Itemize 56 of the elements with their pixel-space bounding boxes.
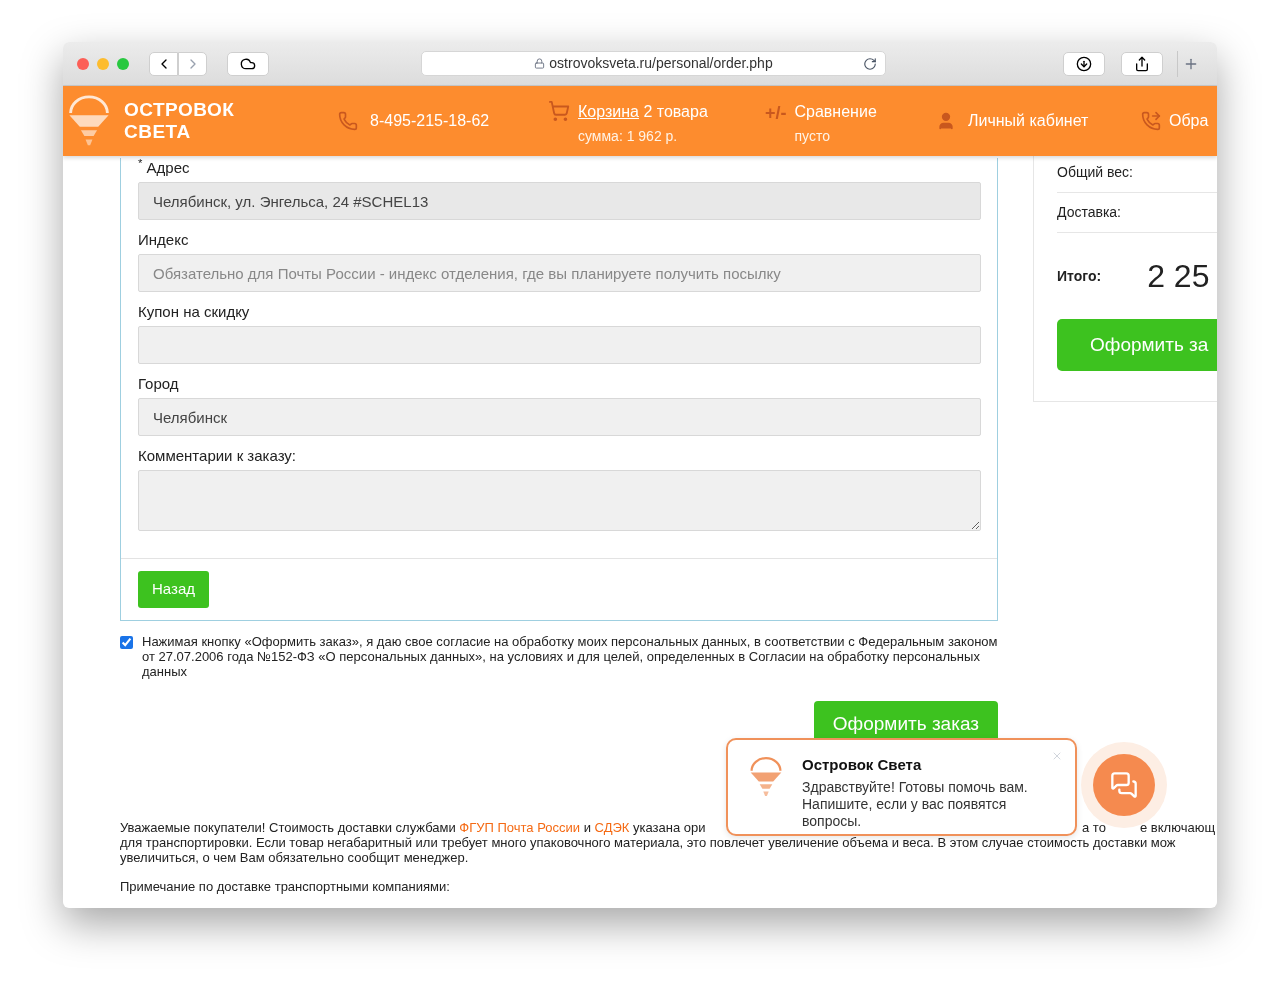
checkout-button[interactable]: Оформить за xyxy=(1057,319,1217,371)
cloud-button[interactable] xyxy=(227,51,269,76)
close-icon[interactable] xyxy=(1051,750,1063,762)
consent-checkbox[interactable] xyxy=(120,636,133,649)
notice-text: для транспортировки. Если товар негабаритный или требует много упаковочного материала, это повлечет увеличение объема и веса. В этом случае стоимость доставки мож xyxy=(120,835,1177,850)
text-field[interactable]: Обязательно для Почты России - индекс отделения, где вы планируете получить посылку xyxy=(138,254,981,292)
download-button[interactable] xyxy=(1063,51,1105,76)
comment-field[interactable] xyxy=(138,470,981,531)
text-field[interactable]: Челябинск xyxy=(138,398,981,436)
chat-icon xyxy=(1110,771,1138,799)
download-icon xyxy=(1076,55,1092,72)
cart-count: 2 товара xyxy=(643,103,708,120)
chat-message: Здравствуйте! Готовы помочь вам. Напишите, если у вас появятся вопросы. xyxy=(802,778,1029,830)
account-link[interactable]: Личный кабинет xyxy=(968,109,1089,133)
compare-status: пусто xyxy=(794,127,831,146)
notice-text: е включающ xyxy=(1140,820,1216,835)
share-button[interactable] xyxy=(1121,51,1163,76)
summary-label: Общий вес: xyxy=(1057,163,1133,182)
back-button[interactable]: Назад xyxy=(138,571,209,608)
back-button[interactable] xyxy=(149,51,178,76)
compare-sign: +/- xyxy=(765,102,787,125)
notice-heading: Примечание по доставке транспортными компаниями: xyxy=(120,879,451,894)
notice-text: а то xyxy=(1082,820,1106,835)
callback-icon xyxy=(1141,111,1161,131)
forward-button[interactable] xyxy=(178,51,207,76)
text-field[interactable]: Челябинск, ул. Энгельса, 24 #SCHEL13 xyxy=(138,182,981,220)
field-label: Город xyxy=(138,374,180,394)
cart-icon xyxy=(548,100,570,122)
text-field[interactable] xyxy=(138,326,981,364)
lock-icon xyxy=(534,58,546,69)
consent-text: Нажимая кнопку «Оформить заказ», я даю свое согласие на обработку моих персональных данных, в соответствии с Федеральным законом от 27.07.2006 года №152-ФЗ «О персональных данных», на условиях и для целей, определенных в Согласии на обработку персональных данных xyxy=(142,634,998,679)
field-label: Купон на скидку xyxy=(138,302,251,322)
post-link[interactable]: ФГУП Почта России xyxy=(459,820,581,835)
phone-icon xyxy=(338,111,358,131)
compare-link[interactable]: Сравнение xyxy=(794,100,877,124)
field-label: $^{*}$ Адрес xyxy=(138,158,191,178)
reload-icon[interactable] xyxy=(863,56,877,71)
notice-text: увеличиться, о чем Вам обязательно сообщит менеджер. xyxy=(120,850,470,865)
field-label: Комментарии к заказу: xyxy=(138,446,298,466)
cart-link[interactable]: Корзина xyxy=(578,103,639,120)
logo-text: ОСТРОВОК xyxy=(124,99,235,121)
callback-link[interactable]: Обра xyxy=(1169,109,1209,133)
logo-text: СВЕТА xyxy=(124,121,192,143)
share-icon xyxy=(1134,55,1150,72)
total-label: Итого: xyxy=(1057,266,1102,286)
cart-sum: сумма: 1 962 р. xyxy=(578,127,679,146)
chat-title: Островок Света xyxy=(802,755,923,775)
summary-label: Доставка: xyxy=(1057,203,1121,222)
notice-text: Уважаемые покупатели! Стоимость доставки службами ФГУП Почта России и СДЭК указана ори xyxy=(120,820,706,835)
person-icon xyxy=(936,111,956,131)
address-bar[interactable]: ostrovoksveta.ru/personal/order.php xyxy=(421,51,886,76)
url-text: ostrovoksveta.ru/personal/order.php xyxy=(549,54,773,73)
phone-number[interactable]: 8-495-215-18-62 xyxy=(370,109,490,133)
field-label: Индекс xyxy=(138,230,190,250)
cdek-link[interactable]: СДЭК xyxy=(594,820,630,835)
total-amount: 2 25 xyxy=(1147,257,1210,296)
